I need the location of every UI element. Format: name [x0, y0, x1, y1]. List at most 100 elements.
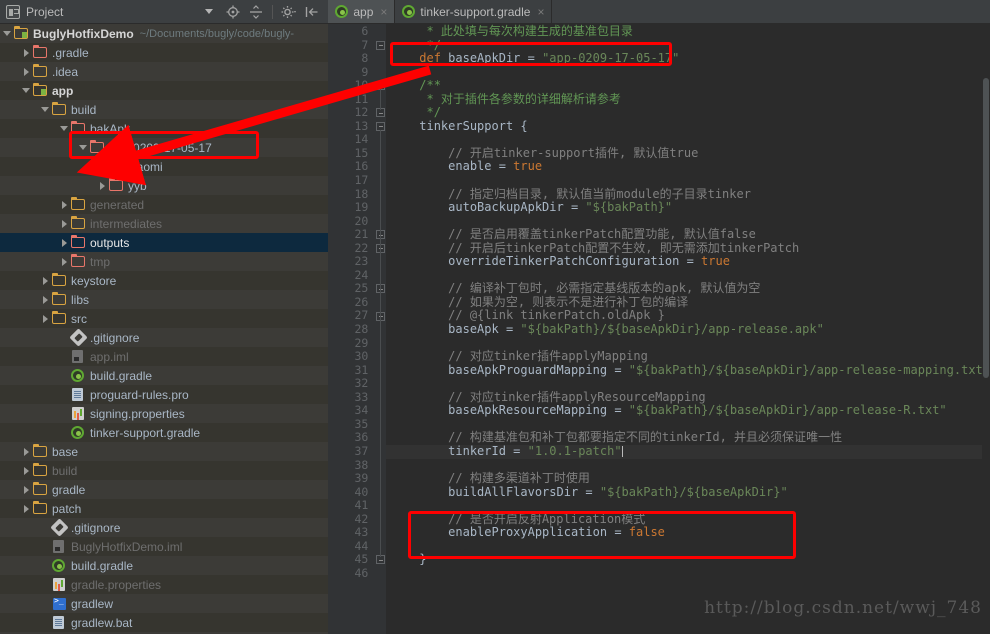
- chevron-right-icon[interactable]: [21, 465, 32, 476]
- chevron-down-icon[interactable]: [40, 104, 51, 115]
- code-line[interactable]: enable = true: [386, 160, 990, 174]
- tree-row--idea[interactable]: .idea: [0, 62, 328, 81]
- code-line[interactable]: [386, 567, 990, 581]
- close-icon[interactable]: ×: [537, 5, 544, 19]
- code-line[interactable]: // 是否开启反射Application模式: [386, 512, 990, 527]
- tree-row-build-gradle[interactable]: build.gradle: [0, 366, 328, 385]
- tree-row-build-gradle[interactable]: build.gradle: [0, 556, 328, 575]
- editor-tab-tinker-support-gradle[interactable]: tinker-support.gradle ×: [395, 0, 551, 23]
- chevron-right-icon[interactable]: [40, 294, 51, 305]
- tree-row-generated[interactable]: generated: [0, 195, 329, 214]
- chevron-right-icon[interactable]: [21, 484, 32, 495]
- project-file-tree[interactable]: BuglyHotfixDemo ~/Documents/bugly/code/b…: [0, 24, 329, 634]
- tree-row-build[interactable]: build: [0, 461, 329, 480]
- hide-panel-icon[interactable]: [302, 2, 322, 22]
- code-line[interactable]: baseApk = "${bakPath}/${baseApkDir}/app-…: [386, 322, 990, 337]
- tree-row-src[interactable]: src: [0, 309, 329, 328]
- code-line[interactable]: // 对应tinker插件applyMapping: [386, 349, 990, 364]
- code-line[interactable]: def baseApkDir = "app-0209-17-05-17": [386, 51, 990, 66]
- chevron-right-icon[interactable]: [97, 180, 108, 191]
- code-line[interactable]: [386, 499, 990, 513]
- code-line[interactable]: // 开启tinker-support插件, 默认值true: [386, 146, 990, 161]
- tree-row-keystore[interactable]: keystore: [0, 271, 329, 290]
- chevron-right-icon[interactable]: [59, 256, 70, 267]
- tree-row-signing-properties[interactable]: signing.properties: [0, 404, 328, 423]
- tree-row-gradlew-bat[interactable]: gradlew.bat: [0, 613, 329, 632]
- tree-row-xiaomi[interactable]: xiaomi: [0, 157, 329, 176]
- tree-row-app-iml[interactable]: app.iml: [0, 347, 329, 366]
- code-fold-marker[interactable]: [376, 40, 386, 50]
- chevron-right-icon[interactable]: [59, 218, 70, 229]
- close-icon[interactable]: ×: [380, 5, 387, 19]
- code-line[interactable]: // @{link tinkerPatch.oldApk }: [386, 309, 990, 323]
- chevron-right-icon[interactable]: [21, 446, 32, 457]
- settings-gear-icon[interactable]: [279, 2, 299, 22]
- tree-row-outputs[interactable]: outputs: [0, 233, 329, 252]
- tree-row-proguard-rules-pro[interactable]: proguard-rules.pro: [0, 385, 329, 404]
- code-line[interactable]: [386, 174, 990, 188]
- code-line[interactable]: // 如果为空, 则表示不是进行补丁包的编译: [386, 295, 990, 310]
- code-line[interactable]: [386, 133, 990, 147]
- code-line[interactable]: // 构建多渠道补丁时使用: [386, 471, 990, 486]
- code-line[interactable]: enableProxyApplication = false: [386, 525, 990, 540]
- tree-row-yyb[interactable]: yyb: [0, 176, 328, 195]
- tree-row-bakapk[interactable]: bakApk: [0, 119, 329, 138]
- code-line[interactable]: tinkerSupport {: [386, 119, 990, 134]
- project-tool-window-header[interactable]: Project: [0, 0, 223, 23]
- chevron-right-icon[interactable]: [59, 237, 70, 248]
- code-folding-column[interactable]: [374, 24, 387, 634]
- code-text[interactable]: * 此处填与每次构建生成的基准包目录 */ def baseApkDir = "…: [386, 24, 990, 634]
- tree-row-gradle-properties[interactable]: gradle.properties: [0, 575, 329, 594]
- tree-row-intermediates[interactable]: intermediates: [0, 214, 328, 233]
- code-line[interactable]: tinkerId = "1.0.1-patch": [386, 444, 990, 459]
- tree-row-tmp[interactable]: tmp: [0, 252, 328, 271]
- code-line[interactable]: // 是否启用覆盖tinkerPatch配置功能, 默认值false: [386, 227, 990, 242]
- chevron-down-icon[interactable]: [205, 9, 214, 14]
- vertical-scrollbar[interactable]: [982, 48, 990, 634]
- chevron-down-icon[interactable]: [59, 123, 70, 134]
- code-line[interactable]: // 开启后tinkerPatch配置不生效, 即无需添加tinkerPatch: [386, 241, 990, 256]
- collapse-all-icon[interactable]: [246, 2, 266, 22]
- chevron-right-icon[interactable]: [21, 47, 32, 58]
- chevron-right-icon[interactable]: [40, 275, 51, 286]
- tree-row--gradle[interactable]: .gradle: [0, 43, 329, 62]
- code-line[interactable]: buildAllFlavorsDir = "${bakPath}/${baseA…: [386, 485, 990, 500]
- code-line[interactable]: * 此处填与每次构建生成的基准包目录: [386, 24, 990, 39]
- chevron-right-icon[interactable]: [40, 313, 51, 324]
- code-line[interactable]: [386, 377, 990, 391]
- code-line[interactable]: baseApkResourceMapping = "${bakPath}/${b…: [386, 404, 990, 418]
- code-line[interactable]: }: [386, 553, 990, 567]
- tree-row-libs[interactable]: libs: [0, 290, 328, 309]
- scrollbar-thumb[interactable]: [983, 78, 989, 378]
- code-line[interactable]: // 对应tinker插件applyResourceMapping: [386, 390, 990, 405]
- tree-row--gitignore[interactable]: .gitignore: [0, 328, 328, 347]
- chevron-down-icon[interactable]: [21, 85, 32, 96]
- editor-code-area[interactable]: 6 7 8 9 10 11 12 13 14 15 16 17 18 19 20 21 22 23 24 25 26 27…: [328, 24, 990, 634]
- chevron-right-icon[interactable]: [21, 503, 32, 514]
- chevron-down-icon[interactable]: [78, 142, 89, 153]
- chevron-down-icon[interactable]: [2, 28, 13, 39]
- tree-row-patch[interactable]: patch: [0, 499, 329, 518]
- code-line[interactable]: */: [386, 38, 990, 53]
- tree-row-gradlew[interactable]: gradlew: [0, 594, 328, 613]
- tree-row-tinker-support-gradle[interactable]: tinker-support.gradle: [0, 423, 329, 442]
- tree-row-base[interactable]: base: [0, 442, 328, 461]
- code-line[interactable]: // 编译补丁包时, 必需指定基线版本的apk, 默认值为空: [386, 282, 990, 296]
- chevron-right-icon[interactable]: [59, 199, 70, 210]
- tree-row--gitignore[interactable]: .gitignore: [0, 518, 328, 537]
- code-line[interactable]: /**: [386, 78, 990, 93]
- code-line[interactable]: [386, 459, 990, 473]
- code-line[interactable]: * 对于插件各参数的详细解析请参考: [386, 92, 990, 107]
- tree-row-buglyhotfixdemo-iml[interactable]: BuglyHotfixDemo.iml: [0, 537, 329, 556]
- code-line[interactable]: // 构建基准包和补丁包都要指定不同的tinkerId, 并且必须保证唯一性: [386, 431, 990, 445]
- locate-target-icon[interactable]: [223, 2, 243, 22]
- code-line[interactable]: [386, 540, 990, 554]
- tree-row-app-0209-17-05-17[interactable]: app-0209-17-05-17: [0, 138, 328, 157]
- code-line[interactable]: overrideTinkerPatchConfiguration = true: [386, 255, 990, 269]
- code-line[interactable]: */: [386, 106, 990, 120]
- tree-row-build[interactable]: build: [0, 100, 328, 119]
- chevron-right-icon[interactable]: [21, 66, 32, 77]
- chevron-right-icon[interactable]: [97, 161, 108, 172]
- tree-row-app[interactable]: app: [0, 81, 329, 100]
- code-line[interactable]: [386, 66, 990, 80]
